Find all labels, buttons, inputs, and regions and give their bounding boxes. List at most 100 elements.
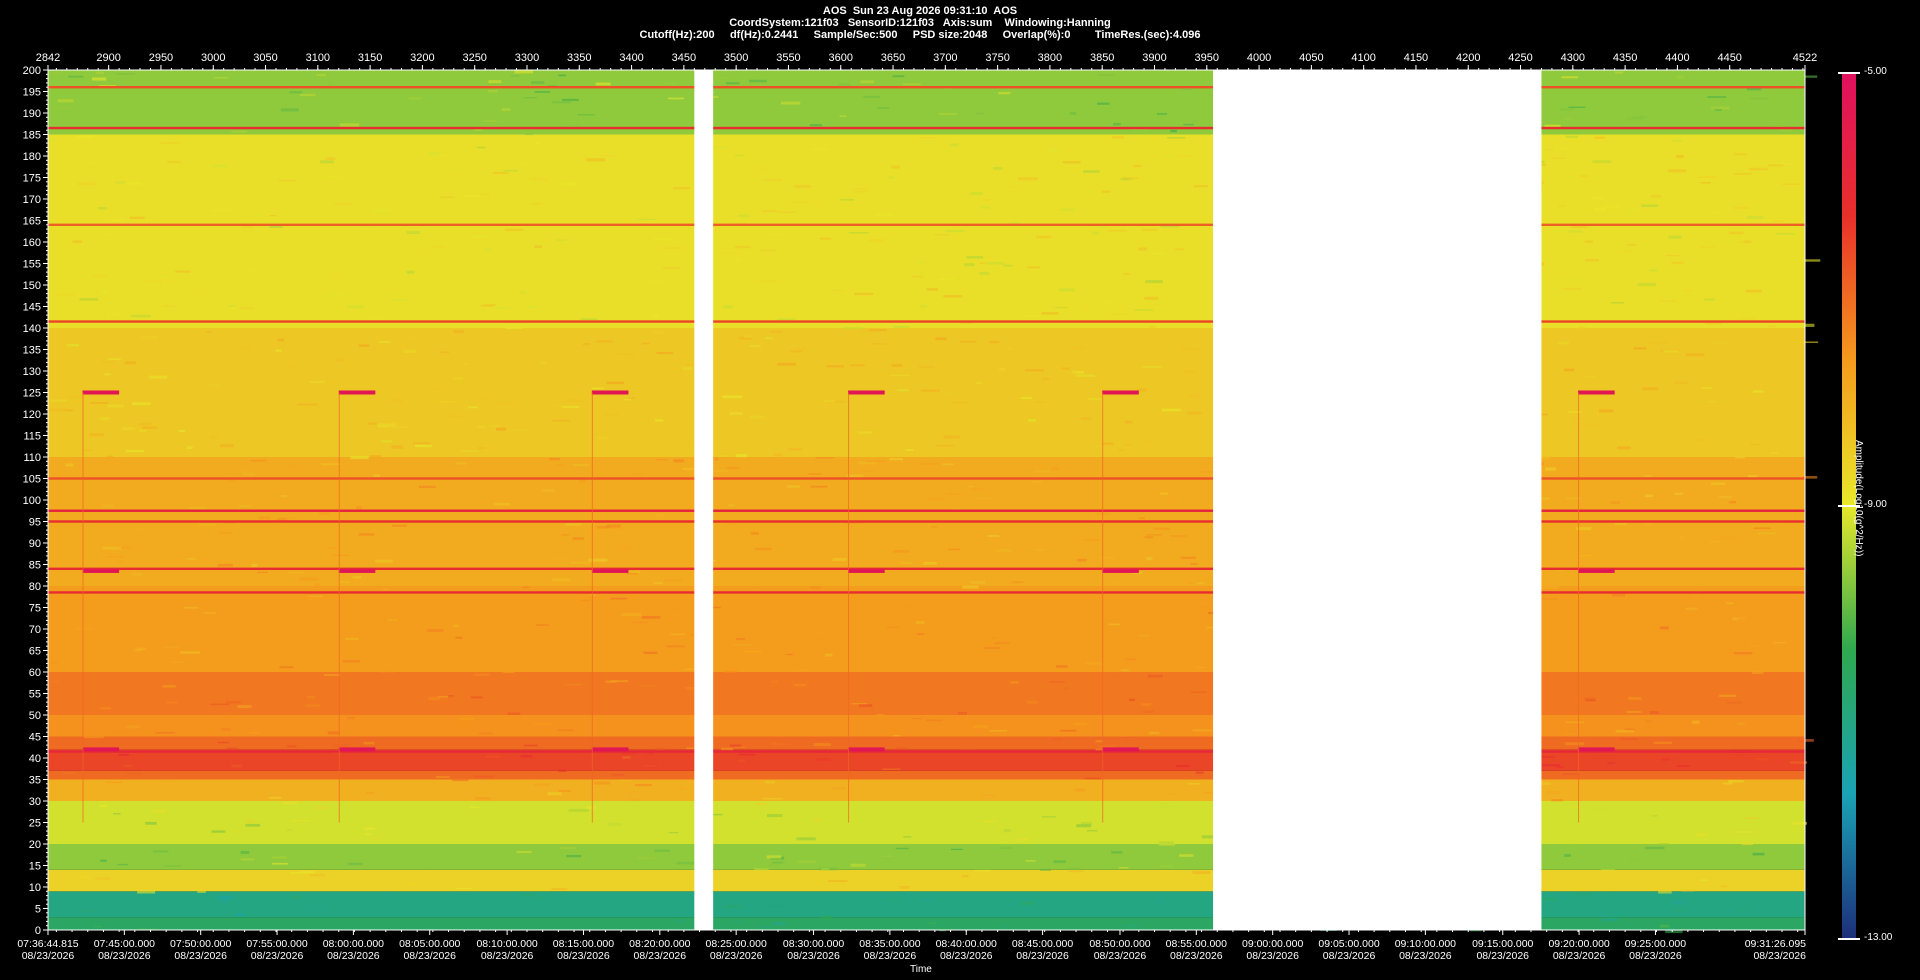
noise-speck: [1063, 686, 1070, 691]
noise-speck: [656, 514, 664, 518]
noise-speck: [440, 196, 455, 198]
noise-speck: [319, 512, 330, 516]
noise-speck: [89, 433, 104, 437]
noise-speck: [1712, 341, 1729, 344]
noise-speck: [462, 195, 482, 198]
noise-speck: [452, 173, 470, 177]
noise-speck: [250, 459, 266, 462]
colorbar-tick-label: -5.00: [1864, 66, 1887, 77]
noise-speck: [1148, 731, 1160, 735]
colorbar-tick-mark: [1838, 72, 1860, 74]
noise-speck: [1540, 756, 1556, 758]
event-edge: [848, 392, 850, 823]
noise-speck: [1619, 828, 1626, 832]
noise-speck: [534, 142, 541, 145]
noise-speck: [1201, 606, 1212, 609]
noise-speck: [1737, 617, 1746, 621]
noise-speck: [1059, 208, 1076, 211]
noise-speck: [542, 489, 555, 493]
noise-speck: [217, 563, 233, 567]
noise-speck: [431, 388, 444, 390]
noise-speck: [470, 235, 487, 238]
noise-speck: [321, 463, 341, 466]
noise-speck: [721, 747, 734, 751]
noise-speck: [1141, 703, 1151, 706]
noise-speck: [1739, 907, 1751, 911]
noise-speck: [1004, 186, 1023, 188]
noise-speck: [766, 814, 783, 818]
y-tick-label: 30: [29, 796, 41, 808]
noise-speck: [539, 361, 548, 364]
noise-speck: [714, 484, 727, 488]
noise-speck: [131, 529, 152, 532]
noise-speck: [129, 216, 145, 220]
event-tone: [82, 390, 120, 395]
noise-speck: [98, 805, 108, 808]
y-tick-label: 165: [23, 216, 41, 228]
noise-speck: [300, 870, 315, 874]
noise-speck: [1056, 665, 1068, 668]
noise-speck: [1637, 282, 1656, 286]
y-tick-label: 5: [35, 904, 41, 916]
event-tone: [82, 747, 120, 752]
noise-speck: [1196, 582, 1205, 585]
noise-speck: [79, 298, 99, 301]
noise-speck: [1799, 323, 1815, 327]
noise-speck: [50, 71, 62, 75]
noise-speck: [943, 435, 960, 439]
noise-speck: [973, 725, 989, 729]
noise-speck: [970, 581, 985, 584]
noise-speck: [328, 547, 337, 549]
noise-speck: [1180, 556, 1196, 560]
noise-speck: [736, 454, 748, 458]
noise-speck: [489, 425, 500, 428]
noise-speck: [1069, 112, 1077, 115]
noise-speck: [1121, 669, 1130, 672]
noise-speck: [153, 850, 169, 853]
noise-speck: [162, 305, 176, 308]
noise-speck: [1667, 169, 1687, 173]
noise-speck: [514, 70, 533, 74]
noise-speck: [433, 246, 445, 248]
noise-speck: [51, 107, 71, 109]
noise-speck: [994, 642, 1010, 645]
noise-speck: [1564, 742, 1585, 746]
noise-speck: [1010, 680, 1019, 684]
noise-speck: [347, 862, 363, 866]
noise-speck: [1184, 370, 1196, 373]
noise-speck: [788, 448, 803, 451]
noise-speck: [123, 764, 133, 767]
noise-speck: [1672, 900, 1687, 903]
noise-speck: [629, 797, 642, 802]
noise-speck: [100, 525, 109, 528]
noise-speck: [502, 671, 514, 674]
noise-speck: [155, 732, 176, 734]
noise-speck: [279, 517, 296, 519]
noise-speck: [810, 586, 821, 590]
noise-speck: [364, 833, 372, 836]
noise-speck: [406, 230, 421, 234]
noise-speck: [1142, 366, 1162, 368]
noise-speck: [393, 399, 403, 403]
noise-speck: [673, 187, 690, 190]
noise-speck: [440, 351, 450, 353]
noise-speck: [1125, 736, 1136, 739]
noise-speck: [421, 865, 429, 868]
noise-speck: [1598, 757, 1611, 759]
noise-speck: [1804, 75, 1818, 78]
noise-speck: [1704, 298, 1716, 301]
noise-speck: [1084, 777, 1101, 780]
noise-speck: [163, 646, 180, 649]
noise-speck: [1124, 420, 1133, 424]
noise-speck: [1784, 553, 1804, 557]
noise-speck: [97, 207, 108, 210]
noise-speck: [1599, 409, 1614, 413]
noise-speck: [1628, 697, 1642, 700]
noise-speck: [946, 493, 961, 496]
noise-speck: [474, 129, 483, 131]
noise-speck: [240, 850, 250, 854]
noise-speck: [770, 330, 783, 333]
noise-speck: [62, 772, 76, 774]
noise-speck: [1626, 710, 1642, 714]
noise-speck: [1611, 302, 1625, 304]
